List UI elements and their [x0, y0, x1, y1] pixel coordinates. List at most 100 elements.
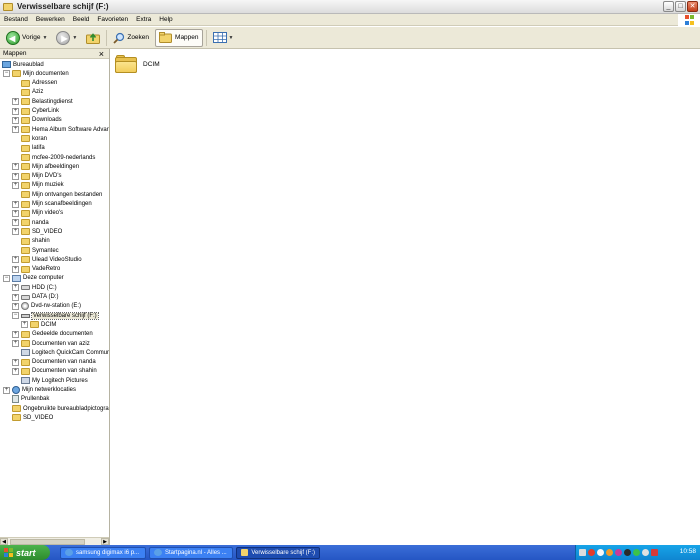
expand-icon[interactable]: + [12, 219, 19, 227]
expand-icon[interactable]: + [12, 265, 19, 273]
tree-item[interactable]: koran [12, 134, 47, 143]
tree-item[interactable]: Aziz [12, 88, 43, 97]
tree-item[interactable]: + Mijn DVD's [12, 172, 61, 181]
taskbar-item-startpagina[interactable]: Startpagina.nl - Alles ... [149, 546, 233, 559]
expand-icon[interactable]: + [12, 209, 19, 217]
expand-icon[interactable]: + [12, 340, 19, 347]
tree-item[interactable]: Mijn ontvangen bestanden [12, 190, 102, 199]
taskbar-item-samsung[interactable]: samsung digimax i6 p... [60, 546, 146, 559]
expand-icon[interactable]: + [12, 107, 19, 115]
tree-item[interactable]: + Mijn muziek [12, 181, 64, 190]
tree-item[interactable]: mcfee-2009-nederlands [12, 153, 95, 162]
webcam-icon[interactable] [624, 549, 631, 556]
tree-item[interactable]: + SD_VIDEO [12, 227, 62, 236]
tree-item[interactable]: + Documenten van nanda [12, 358, 96, 367]
tree-item[interactable]: + Documenten van aziz [12, 339, 90, 348]
tree-item[interactable]: SD_VIDEO [3, 413, 53, 422]
tree-item[interactable]: Logitech QuickCam Communi [12, 348, 109, 357]
tree-item[interactable]: + HDD (C:) [12, 283, 57, 292]
tree-item[interactable]: + DCIM [21, 320, 56, 329]
tree-item[interactable]: latifa [12, 144, 45, 153]
tree-item-label: SD_VIDEO [32, 228, 63, 235]
menu-bestand[interactable]: Bestand [0, 16, 32, 23]
expand-icon[interactable]: + [3, 386, 10, 394]
tree-item[interactable]: + nanda [12, 218, 49, 227]
expand-icon[interactable]: + [12, 163, 19, 171]
antivirus-icon[interactable] [588, 549, 595, 556]
tree-item[interactable]: + Mijn video's [12, 209, 63, 218]
expand-icon[interactable]: + [12, 200, 19, 208]
expand-icon[interactable]: + [12, 284, 19, 292]
folder-up-button[interactable] [83, 29, 103, 47]
start-button[interactable]: start [0, 545, 50, 560]
close-button[interactable]: ✕ [687, 1, 698, 12]
taskbar-item-removable-drive[interactable]: Verwisselbare schijf (F:) [236, 546, 320, 559]
menu-beeld[interactable]: Beeld [69, 16, 94, 23]
collapse-icon[interactable]: − [3, 70, 10, 78]
tree-item[interactable]: + Mijn scanafbeeldingen [12, 200, 92, 209]
tree-item[interactable]: + Hema Album Software Advar [12, 125, 109, 134]
expand-icon[interactable]: + [12, 358, 19, 366]
forward-button[interactable]: ▶ ▼ [53, 29, 80, 47]
expand-icon[interactable]: + [12, 293, 19, 301]
maximize-button[interactable]: □ [675, 1, 686, 12]
folders-button[interactable]: Mappen [155, 28, 203, 47]
volume-icon[interactable] [642, 549, 649, 556]
update-icon[interactable] [606, 549, 613, 556]
collapse-icon[interactable]: − [3, 274, 10, 282]
usb-remove-icon[interactable] [651, 549, 658, 556]
tree-item[interactable]: + CyberLink [12, 107, 59, 116]
expand-icon[interactable]: + [12, 256, 19, 264]
tree-item[interactable]: + Gedeelde documenten [12, 330, 93, 339]
tree-item[interactable]: + DATA (D:) [12, 293, 58, 302]
scroll-left-icon[interactable]: ◀ [0, 538, 8, 545]
expand-icon[interactable]: + [21, 321, 28, 329]
view-mode-button[interactable]: ▼ [210, 29, 237, 47]
tree-item[interactable]: − Mijn documenten [3, 69, 69, 78]
menu-favorieten[interactable]: Favorieten [93, 16, 132, 23]
network-icon[interactable] [597, 549, 604, 556]
tree-item[interactable]: Bureaublad [2, 60, 44, 69]
tree-item[interactable]: + Belastingdienst [12, 97, 73, 106]
expand-icon[interactable]: + [12, 181, 19, 189]
collapse-icon[interactable]: − [12, 312, 19, 320]
expand-icon[interactable]: + [12, 228, 19, 236]
horizontal-scrollbar[interactable]: ◀ ▶ [0, 537, 109, 545]
expand-icon[interactable]: + [12, 302, 19, 310]
tree-item[interactable]: + Ulead VideoStudio [12, 255, 82, 264]
expand-icon[interactable]: + [12, 172, 19, 180]
tree-item[interactable]: + Mijn netwerklocaties [3, 386, 76, 395]
menu-extra[interactable]: Extra [132, 16, 155, 23]
expand-icon[interactable]: + [12, 116, 19, 124]
menu-help[interactable]: Help [155, 16, 176, 23]
media-icon[interactable] [615, 549, 622, 556]
tree-item[interactable]: + Mijn afbeeldingen [12, 162, 79, 171]
tree-item[interactable]: + Downloads [12, 116, 62, 125]
tree-item[interactable]: Ongebruikte bureaubladpictogran [3, 404, 109, 413]
tree-item[interactable]: − Verwisselbare schijf (F:) [12, 311, 99, 320]
security-icon[interactable] [633, 549, 640, 556]
tree-item[interactable]: + Documenten van shahin [12, 367, 97, 376]
minimize-button[interactable]: _ [663, 1, 674, 12]
chevron-down-icon[interactable]: ▼ [72, 35, 77, 41]
tree-item[interactable]: Symantec [12, 246, 59, 255]
close-icon[interactable]: × [99, 49, 104, 58]
expand-icon[interactable]: + [12, 126, 19, 134]
tree-item[interactable]: − Deze computer [3, 274, 64, 283]
tree-item[interactable]: Prullenbak [3, 395, 49, 404]
tree-item[interactable]: Adressen [12, 79, 57, 88]
menu-bewerken[interactable]: Bewerken [32, 16, 69, 23]
tree-item[interactable]: + Dvd-rw-station (E:) [12, 302, 81, 311]
search-button[interactable]: Zoeken [110, 29, 152, 47]
file-item-dcim[interactable]: DCIM [115, 55, 160, 73]
tree-item[interactable]: shahin [12, 237, 50, 246]
back-button[interactable]: ◀ Vorige ▼ [3, 29, 50, 47]
chevron-down-icon[interactable]: ▼ [42, 35, 47, 41]
expand-icon[interactable]: + [12, 98, 19, 106]
language-icon[interactable] [579, 549, 586, 556]
scroll-right-icon[interactable]: ▶ [101, 538, 109, 545]
expand-icon[interactable]: + [12, 367, 19, 375]
tree-item[interactable]: + VadeRetro [12, 265, 60, 274]
expand-icon[interactable]: + [12, 330, 19, 338]
tree-item[interactable]: My Logitech Pictures [12, 376, 88, 385]
